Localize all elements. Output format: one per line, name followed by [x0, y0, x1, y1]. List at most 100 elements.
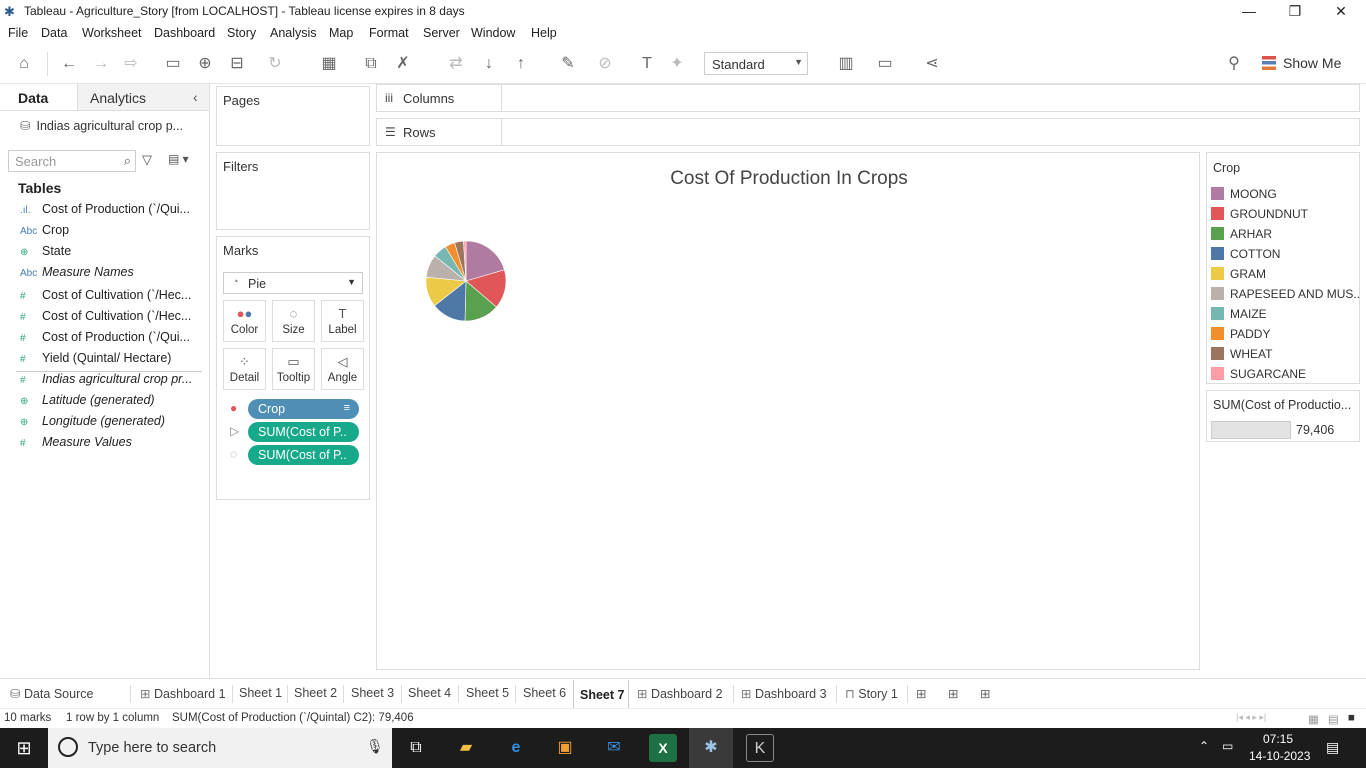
- view-options-icon[interactable]: ▤ ▾: [168, 152, 189, 166]
- legend-item[interactable]: WHEAT: [1211, 345, 1359, 365]
- worksheet-view[interactable]: Cost Of Production In Crops: [376, 152, 1200, 670]
- menu-story[interactable]: Story: [227, 26, 256, 40]
- notifications-icon[interactable]: ▤: [1326, 739, 1339, 756]
- rows-shelf[interactable]: ☰ Rows: [376, 118, 1360, 146]
- new-worksheet-icon[interactable]: ▦: [318, 54, 340, 74]
- duplicate-sheet-icon[interactable]: ⧉: [360, 54, 382, 74]
- clock-date[interactable]: 14-10-2023: [1249, 749, 1310, 763]
- field-crop[interactable]: Abc Crop: [20, 223, 205, 244]
- file-explorer-icon[interactable]: ▰: [452, 734, 480, 762]
- tab-sheet-6[interactable]: Sheet 6: [523, 679, 566, 708]
- undo-icon[interactable]: ←: [58, 54, 80, 74]
- battery-icon[interactable]: ▭: [1222, 739, 1233, 753]
- windows-start-icon[interactable]: ⊞: [10, 734, 38, 762]
- excel-icon[interactable]: X: [649, 734, 677, 762]
- legend-item[interactable]: COTTON: [1211, 245, 1359, 265]
- tab-sheet-1[interactable]: Sheet 1: [239, 679, 282, 708]
- restore-button[interactable]: ❐: [1272, 0, 1318, 22]
- menu-format[interactable]: Format: [369, 26, 409, 40]
- field-yield[interactable]: # Yield (Quintal/ Hectare): [20, 351, 205, 372]
- menu-data[interactable]: Data: [41, 26, 67, 40]
- save-icon[interactable]: ▭: [162, 54, 184, 74]
- pie-chart[interactable]: [377, 153, 1201, 671]
- close-button[interactable]: ✕: [1318, 0, 1364, 22]
- angle-measure-pill[interactable]: SUM(Cost of P..: [248, 422, 359, 442]
- tab-story-1[interactable]: ⊓ Story 1: [845, 679, 898, 708]
- menu-map[interactable]: Map: [329, 26, 353, 40]
- show-sheet-sorter-icon[interactable]: ■: [1348, 712, 1355, 724]
- legend-item[interactable]: MAIZE: [1211, 305, 1359, 325]
- refresh-icon[interactable]: ↻: [264, 54, 286, 74]
- legend-item[interactable]: RAPESEED AND MUS..: [1211, 285, 1359, 305]
- field-cost-of-cultivation-1[interactable]: # Cost of Cultivation (`/Hec...: [20, 288, 205, 309]
- tab-sheet-4[interactable]: Sheet 4: [408, 679, 451, 708]
- angle-button[interactable]: ◁ Angle: [321, 348, 364, 390]
- tab-data[interactable]: Data: [18, 90, 48, 106]
- format-workbook-icon[interactable]: ⚲: [1223, 54, 1245, 74]
- size-button[interactable]: ◌ Size: [272, 300, 315, 342]
- redo-icon[interactable]: →: [90, 54, 112, 74]
- columns-shelf[interactable]: iii Columns: [376, 84, 1360, 112]
- legend-item[interactable]: ARHAR: [1211, 225, 1359, 245]
- replay-icon[interactable]: ⇨: [120, 54, 142, 74]
- pause-updates-icon[interactable]: ⊟: [226, 54, 248, 74]
- field-cost-of-cultivation-2[interactable]: # Cost of Cultivation (`/Hec...: [20, 309, 205, 330]
- sort-descending-icon[interactable]: ↑: [510, 54, 532, 74]
- menu-window[interactable]: Window: [471, 26, 515, 40]
- new-datasource-icon[interactable]: ⊕: [194, 54, 216, 74]
- new-worksheet-tab-icon[interactable]: ⊞: [916, 679, 926, 708]
- clear-sheet-icon[interactable]: ✗: [392, 54, 414, 74]
- size-measure-pill[interactable]: SUM(Cost of P..: [248, 445, 359, 465]
- mark-type-dropdown[interactable]: ◔ Pie ▼: [223, 272, 363, 294]
- show-me-button[interactable]: Show Me: [1262, 55, 1341, 71]
- legend-item[interactable]: MOONG: [1211, 185, 1359, 205]
- show-labels-icon[interactable]: T: [636, 54, 658, 74]
- legend-item[interactable]: SUGARCANE: [1211, 365, 1359, 385]
- tooltip-button[interactable]: ▭ Tooltip: [272, 348, 315, 390]
- tab-data-source[interactable]: ⛁ Data Source: [10, 679, 93, 708]
- fit-dropdown[interactable]: Standard ▼: [704, 52, 808, 75]
- mail-icon[interactable]: ✉: [600, 734, 628, 762]
- field-longitude[interactable]: ⊕ Longitude (generated): [20, 414, 205, 435]
- filter-icon[interactable]: ▽: [142, 152, 152, 168]
- tab-sheet-5[interactable]: Sheet 5: [466, 679, 509, 708]
- legend-item[interactable]: GRAM: [1211, 265, 1359, 285]
- field-cost-of-production-1[interactable]: .ıl. Cost of Production (`/Qui...: [20, 202, 205, 223]
- menu-analysis[interactable]: Analysis: [270, 26, 317, 40]
- pages-card[interactable]: Pages: [216, 86, 370, 146]
- show-cards-icon[interactable]: ▥: [835, 54, 857, 74]
- tab-dashboard-1[interactable]: ⊞ Dashboard 1: [140, 679, 226, 708]
- task-view-icon[interactable]: ⧉: [402, 734, 430, 762]
- filters-card[interactable]: Filters: [216, 152, 370, 230]
- tray-chevron-icon[interactable]: ⌃: [1199, 739, 1209, 753]
- sort-ascending-icon[interactable]: ↓: [478, 54, 500, 74]
- edge-icon[interactable]: e: [502, 734, 530, 762]
- taskbar-search-input[interactable]: Type here to search 🎙: [48, 728, 392, 768]
- field-measure-values[interactable]: # Measure Values: [20, 435, 205, 456]
- tab-analytics[interactable]: Analytics: [90, 90, 146, 106]
- minimize-button[interactable]: —: [1226, 0, 1272, 22]
- datasource-item[interactable]: ⛁ Indias agricultural crop p...: [20, 118, 183, 133]
- crop-pill[interactable]: Crop ≡: [248, 399, 359, 419]
- tab-dashboard-2[interactable]: ⊞ Dashboard 2: [637, 679, 723, 708]
- share-icon[interactable]: ⋖: [921, 54, 943, 74]
- menu-file[interactable]: File: [8, 26, 28, 40]
- menu-worksheet[interactable]: Worksheet: [82, 26, 142, 40]
- show-filmstrip-icon[interactable]: ▦: [1308, 712, 1319, 726]
- new-dashboard-tab-icon[interactable]: ⊞: [948, 679, 958, 708]
- tab-dashboard-3[interactable]: ⊞ Dashboard 3: [741, 679, 827, 708]
- field-state[interactable]: ⊕ State: [20, 244, 205, 265]
- color-button[interactable]: ●● Color: [223, 300, 266, 342]
- tab-navigation-icon[interactable]: |◂ ◂ ▸ ▸|: [1236, 712, 1266, 723]
- menu-help[interactable]: Help: [531, 26, 557, 40]
- label-button[interactable]: T Label: [321, 300, 364, 342]
- field-cost-of-production-2[interactable]: # Cost of Production (`/Qui...: [20, 330, 205, 351]
- field-latitude[interactable]: ⊕ Latitude (generated): [20, 393, 205, 414]
- home-icon[interactable]: ⌂: [13, 54, 35, 74]
- show-tabs-icon[interactable]: ▤: [1328, 712, 1339, 726]
- menu-server[interactable]: Server: [423, 26, 460, 40]
- group-icon[interactable]: ⊘: [594, 54, 616, 74]
- app-icon[interactable]: K: [746, 734, 774, 762]
- collapse-pane-icon[interactable]: ‹: [193, 89, 198, 105]
- legend-item[interactable]: GROUNDNUT: [1211, 205, 1359, 225]
